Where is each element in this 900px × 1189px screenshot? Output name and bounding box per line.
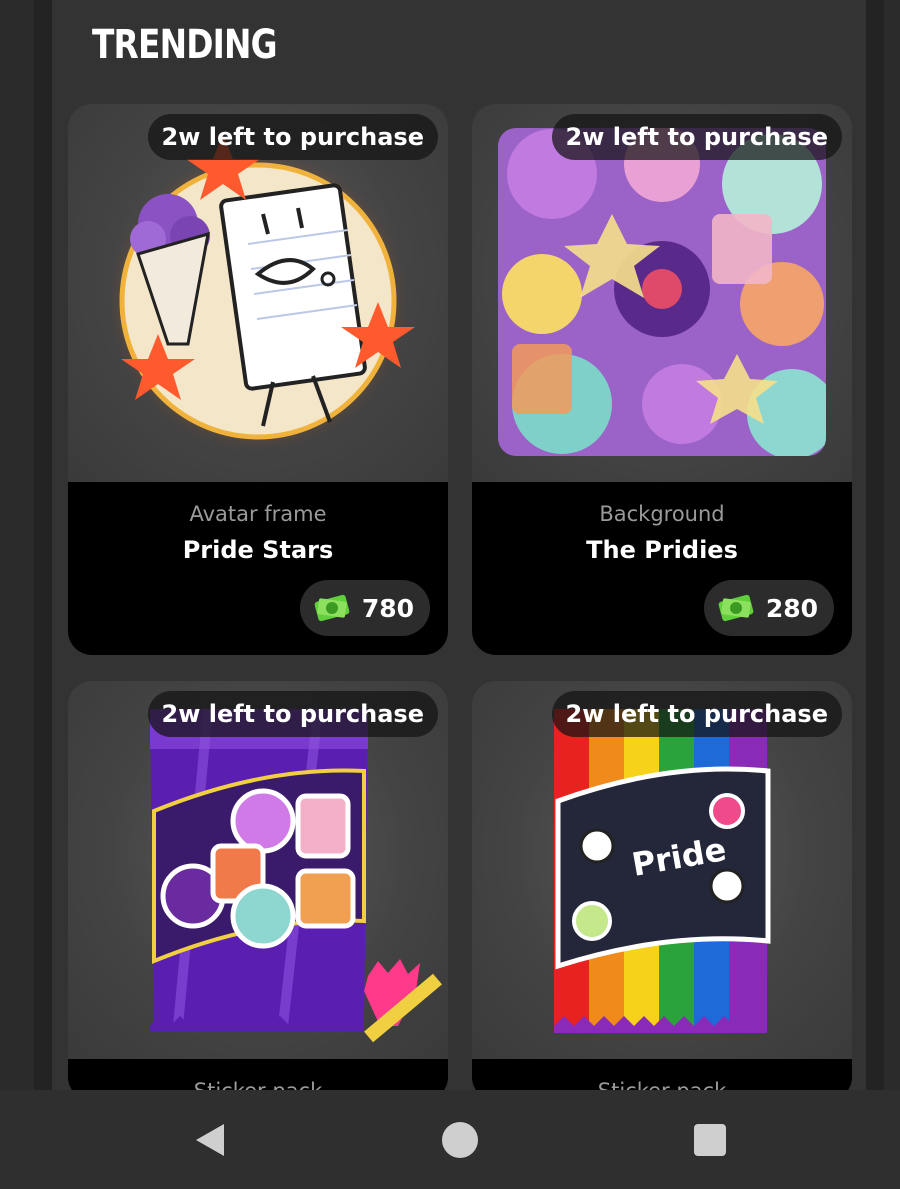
screen: TRENDING 2w left to purchase Avatar fram… bbox=[0, 0, 900, 1189]
system-nav-bar bbox=[0, 1090, 900, 1189]
item-kind: Avatar frame bbox=[189, 502, 327, 526]
item-kind: Background bbox=[599, 502, 725, 526]
item-art bbox=[68, 104, 448, 482]
time-left-badge: 2w left to purchase bbox=[147, 691, 438, 737]
price-button[interactable]: 280 bbox=[703, 580, 834, 636]
money-icon bbox=[314, 594, 350, 622]
store-item-pride-stars[interactable]: 2w left to purchase Avatar frame Pride S… bbox=[68, 104, 448, 655]
avatar-frame-preview bbox=[108, 134, 415, 451]
time-left-badge: 2w left to purchase bbox=[551, 691, 842, 737]
store-item-the-pridies[interactable]: 2w left to purchase Background The Pridi… bbox=[472, 104, 852, 655]
section-title: TRENDING bbox=[92, 22, 278, 68]
item-info: Avatar frame Pride Stars 780 bbox=[68, 482, 448, 655]
item-name: Pride Stars bbox=[182, 536, 334, 564]
time-left-badge: 2w left to purchase bbox=[147, 114, 438, 160]
item-name: The Pridies bbox=[586, 536, 738, 564]
right-rail bbox=[866, 0, 884, 1090]
item-info: Background The Pridies 280 bbox=[472, 482, 852, 655]
store-item-sticker-pack-1[interactable]: 2w left to purchase Sticker pack bbox=[68, 681, 448, 1101]
home-circle-icon[interactable] bbox=[440, 1120, 480, 1160]
price-button[interactable]: 780 bbox=[299, 580, 430, 636]
price-amount: 280 bbox=[765, 593, 818, 623]
recents-square-icon[interactable] bbox=[690, 1120, 730, 1160]
store-item-sticker-pack-2[interactable]: Pride 2w left to purchase Sticker pack bbox=[472, 681, 852, 1101]
item-art: Pride bbox=[472, 681, 852, 1059]
background-preview bbox=[498, 128, 826, 456]
sticker-pack-preview: Pride bbox=[554, 709, 771, 1033]
price-amount: 780 bbox=[361, 593, 414, 623]
back-triangle-icon[interactable] bbox=[190, 1120, 230, 1160]
sticker-pack-preview bbox=[150, 708, 442, 1043]
left-rail bbox=[34, 0, 52, 1090]
item-art bbox=[68, 681, 448, 1059]
item-art bbox=[472, 104, 852, 482]
time-left-badge: 2w left to purchase bbox=[551, 114, 842, 160]
money-icon bbox=[718, 594, 754, 622]
